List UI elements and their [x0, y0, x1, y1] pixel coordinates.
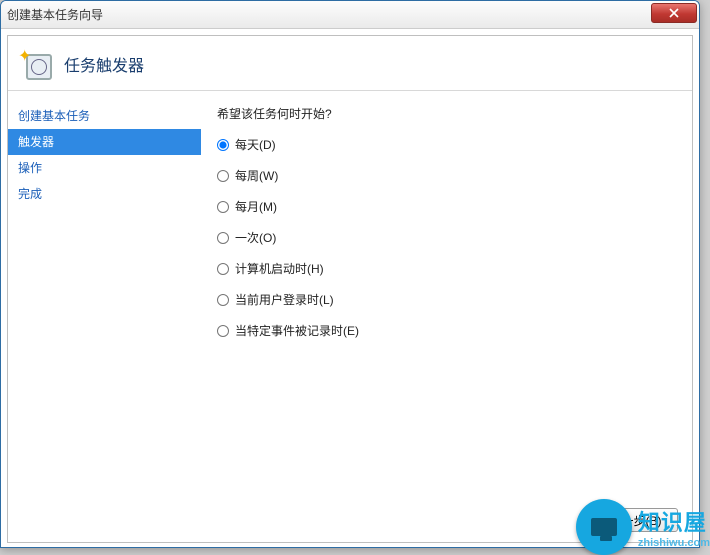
option-once[interactable]: 一次(O) [217, 229, 676, 246]
main-panel: 希望该任务何时开始? 每天(D) 每周(W) 每月(M) 一次(O) [201, 91, 692, 538]
radio-event[interactable] [217, 325, 229, 337]
close-icon [669, 8, 679, 18]
close-button[interactable] [651, 3, 697, 23]
wizard-header: ✦ 任务触发器 [8, 36, 692, 91]
content-frame: ✦ 任务触发器 创建基本任务 触发器 操作 完成 希望该任务何时开始? 每天(D… [7, 35, 693, 543]
sidebar-item-action[interactable]: 操作 [8, 155, 201, 181]
watermark-title: 知识屋 [638, 505, 710, 537]
radio-daily[interactable] [217, 139, 229, 151]
watermark-logo-icon [576, 499, 632, 555]
label-daily: 每天(D) [235, 136, 276, 153]
label-once: 一次(O) [235, 229, 276, 246]
option-monthly[interactable]: 每月(M) [217, 198, 676, 215]
titlebar: 创建基本任务向导 [1, 1, 699, 29]
label-monthly: 每月(M) [235, 198, 277, 215]
wizard-body: 创建基本任务 触发器 操作 完成 希望该任务何时开始? 每天(D) 每周(W) … [8, 91, 692, 538]
option-startup[interactable]: 计算机启动时(H) [217, 260, 676, 277]
window-title: 创建基本任务向导 [7, 6, 103, 23]
watermark: 知识屋 zhishiwu.com [576, 499, 710, 555]
task-scheduler-icon: ✦ [20, 48, 52, 80]
label-weekly: 每周(W) [235, 167, 278, 184]
sidebar-item-trigger[interactable]: 触发器 [8, 129, 201, 155]
page-title: 任务触发器 [64, 52, 144, 76]
radio-logon[interactable] [217, 294, 229, 306]
watermark-text-block: 知识屋 zhishiwu.com [638, 505, 710, 549]
sidebar-item-create[interactable]: 创建基本任务 [8, 103, 201, 129]
option-event[interactable]: 当特定事件被记录时(E) [217, 322, 676, 339]
watermark-url: zhishiwu.com [638, 537, 710, 549]
label-event: 当特定事件被记录时(E) [235, 322, 359, 339]
radio-weekly[interactable] [217, 170, 229, 182]
wizard-window: 创建基本任务向导 ✦ 任务触发器 创建基本任务 触发器 操作 完成 希望该任务何… [0, 0, 700, 548]
radio-once[interactable] [217, 232, 229, 244]
step-sidebar: 创建基本任务 触发器 操作 完成 [8, 91, 201, 538]
option-daily[interactable]: 每天(D) [217, 136, 676, 153]
option-weekly[interactable]: 每周(W) [217, 167, 676, 184]
radio-startup[interactable] [217, 263, 229, 275]
option-logon[interactable]: 当前用户登录时(L) [217, 291, 676, 308]
label-startup: 计算机启动时(H) [235, 260, 324, 277]
sidebar-item-finish[interactable]: 完成 [8, 181, 201, 207]
radio-monthly[interactable] [217, 201, 229, 213]
trigger-question: 希望该任务何时开始? [217, 105, 676, 122]
label-logon: 当前用户登录时(L) [235, 291, 334, 308]
